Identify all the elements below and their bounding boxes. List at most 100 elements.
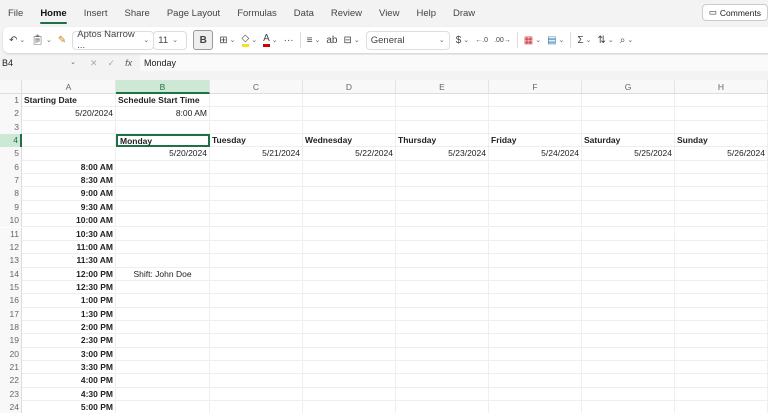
row-header-9[interactable]: 9 — [0, 200, 22, 215]
cell-A22[interactable]: 4:00 PM — [22, 374, 116, 388]
row-header-6[interactable]: 6 — [0, 160, 22, 175]
column-header-A[interactable]: A — [22, 80, 116, 94]
cell-H14[interactable] — [675, 267, 768, 281]
row-header-10[interactable]: 10 — [0, 214, 22, 228]
name-box[interactable]: B4 ⌄ — [0, 58, 80, 68]
cell-F12[interactable] — [489, 240, 582, 255]
merge-button[interactable]: ⊟ ⌄ — [343, 35, 359, 46]
cell-H7[interactable] — [675, 174, 768, 188]
cell-F7[interactable] — [489, 174, 582, 188]
cell-F22[interactable] — [489, 374, 582, 388]
cell-C4[interactable]: Tuesday — [210, 134, 303, 148]
cell-G15[interactable] — [582, 280, 675, 295]
cell-B14[interactable]: Shift: John Doe — [116, 267, 210, 281]
cell-A4[interactable] — [22, 134, 116, 148]
cell-E4[interactable]: Thursday — [396, 134, 489, 148]
cell-C8[interactable] — [210, 187, 303, 201]
cell-G1[interactable] — [582, 94, 675, 108]
find-button[interactable]: ⌕ ⌄ — [620, 35, 633, 46]
cell-G24[interactable] — [582, 401, 675, 413]
row-header-2[interactable]: 2 — [0, 107, 22, 121]
cell-B1[interactable]: Schedule Start Time — [116, 94, 210, 108]
cell-H21[interactable] — [675, 361, 768, 375]
cell-H9[interactable] — [675, 200, 768, 215]
cell-A17[interactable]: 1:30 PM — [22, 307, 116, 321]
cell-G3[interactable] — [582, 120, 675, 135]
cell-E18[interactable] — [396, 320, 489, 335]
cell-H18[interactable] — [675, 320, 768, 335]
row-header-7[interactable]: 7 — [0, 174, 22, 188]
cell-D17[interactable] — [303, 307, 396, 321]
cell-F3[interactable] — [489, 120, 582, 135]
cell-A10[interactable]: 10:00 AM — [22, 214, 116, 228]
cell-H5[interactable]: 5/26/2024 — [675, 147, 768, 161]
cell-G20[interactable] — [582, 347, 675, 361]
cell-D21[interactable] — [303, 361, 396, 375]
cell-G11[interactable] — [582, 227, 675, 241]
row-header-8[interactable]: 8 — [0, 187, 22, 201]
cell-A5[interactable] — [22, 147, 116, 161]
cell-C15[interactable] — [210, 280, 303, 295]
cell-C20[interactable] — [210, 347, 303, 361]
cell-D15[interactable] — [303, 280, 396, 295]
wrap-text-button[interactable]: ab — [326, 35, 337, 46]
menu-tab-help[interactable]: Help — [416, 8, 436, 19]
format-painter-button[interactable]: ✎ — [58, 35, 66, 46]
cell-A23[interactable]: 4:30 PM — [22, 387, 116, 402]
cell-D7[interactable] — [303, 174, 396, 188]
cell-D2[interactable] — [303, 107, 396, 121]
formula-input[interactable]: Monday — [140, 55, 768, 71]
bold-button[interactable]: B — [193, 30, 214, 50]
menu-tab-home[interactable]: Home — [40, 8, 68, 24]
decrease-decimal-button[interactable]: .00→ — [494, 37, 511, 44]
cell-A19[interactable]: 2:30 PM — [22, 334, 116, 348]
cell-E16[interactable] — [396, 294, 489, 308]
cell-E15[interactable] — [396, 280, 489, 295]
cell-B4[interactable]: Monday — [116, 134, 210, 148]
cell-C16[interactable] — [210, 294, 303, 308]
column-header-C[interactable]: C — [210, 80, 303, 94]
more-button[interactable]: ··· — [284, 35, 294, 46]
menu-tab-view[interactable]: View — [379, 8, 399, 19]
row-header-16[interactable]: 16 — [0, 294, 22, 308]
cell-F8[interactable] — [489, 187, 582, 201]
row-header-21[interactable]: 21 — [0, 361, 22, 375]
cell-F20[interactable] — [489, 347, 582, 361]
menu-tab-draw[interactable]: Draw — [453, 8, 475, 19]
cell-E14[interactable] — [396, 267, 489, 281]
cell-H16[interactable] — [675, 294, 768, 308]
cell-E9[interactable] — [396, 200, 489, 215]
row-header-5[interactable]: 5 — [0, 147, 22, 161]
cell-C13[interactable] — [210, 254, 303, 268]
column-header-D[interactable]: D — [303, 80, 396, 94]
cell-G5[interactable]: 5/25/2024 — [582, 147, 675, 161]
cell-D18[interactable] — [303, 320, 396, 335]
cell-A2[interactable]: 5/20/2024 — [22, 107, 116, 121]
cell-B8[interactable] — [116, 187, 210, 201]
cell-C24[interactable] — [210, 401, 303, 413]
cell-D24[interactable] — [303, 401, 396, 413]
font-name-select[interactable]: Aptos Narrow ... ⌄ — [72, 29, 155, 51]
cell-G23[interactable] — [582, 387, 675, 402]
cell-B21[interactable] — [116, 361, 210, 375]
cell-F4[interactable]: Friday — [489, 134, 582, 148]
conditional-formatting-button[interactable]: ▦ ⌄ — [524, 35, 541, 46]
row-header-3[interactable]: 3 — [0, 120, 22, 135]
font-color-button[interactable]: A ⌄ — [263, 33, 278, 47]
menu-tab-review[interactable]: Review — [331, 8, 362, 19]
cell-G14[interactable] — [582, 267, 675, 281]
cell-B3[interactable] — [116, 120, 210, 135]
cell-G2[interactable] — [582, 107, 675, 121]
cell-C19[interactable] — [210, 334, 303, 348]
cell-D8[interactable] — [303, 187, 396, 201]
cell-C21[interactable] — [210, 361, 303, 375]
row-header-19[interactable]: 19 — [0, 334, 22, 348]
cell-A20[interactable]: 3:00 PM — [22, 347, 116, 361]
row-header-15[interactable]: 15 — [0, 280, 22, 295]
column-header-H[interactable]: H — [675, 80, 768, 94]
align-button[interactable]: ≡ ⌄ — [307, 35, 321, 46]
cell-D20[interactable] — [303, 347, 396, 361]
cell-G13[interactable] — [582, 254, 675, 268]
cell-A9[interactable]: 9:30 AM — [22, 200, 116, 215]
row-header-13[interactable]: 13 — [0, 254, 22, 268]
